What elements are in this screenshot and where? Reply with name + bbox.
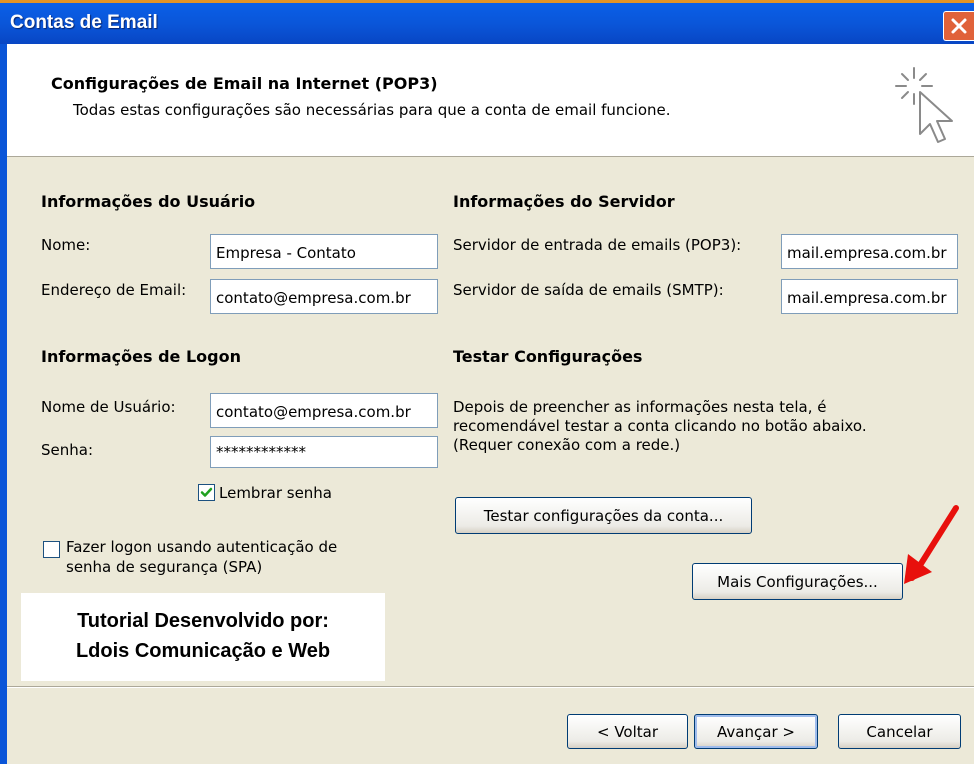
cancel-button[interactable]: Cancelar	[838, 714, 961, 749]
checkmark-icon	[200, 487, 213, 497]
remember-password-checkbox[interactable]	[198, 484, 215, 501]
test-account-button[interactable]: Testar configurações da conta...	[455, 497, 752, 534]
username-label: Nome de Usuário:	[41, 398, 176, 416]
outgoing-server-label: Servidor de saída de emails (SMTP):	[453, 281, 724, 299]
name-input[interactable]: Empresa - Contato	[210, 234, 438, 269]
wizard-header: Configurações de Email na Internet (POP3…	[7, 44, 974, 157]
remember-password-label[interactable]: Lembrar senha	[219, 484, 332, 502]
close-icon	[951, 18, 967, 34]
user-info-heading: Informações do Usuário	[41, 192, 256, 211]
cursor-sparkle-icon	[895, 67, 953, 143]
window-titlebar[interactable]: Contas de Email	[0, 3, 974, 44]
spa-label-line1[interactable]: Fazer logon usando autenticação de	[66, 538, 337, 556]
footer-separator	[7, 686, 974, 688]
incoming-server-label: Servidor de entrada de emails (POP3):	[453, 236, 742, 254]
email-input[interactable]: contato@empresa.com.br	[210, 279, 438, 314]
incoming-server-input[interactable]: mail.empresa.com.br	[781, 234, 958, 269]
red-arrow-icon	[904, 505, 959, 584]
window-title: Contas de Email	[10, 12, 158, 33]
tutorial-watermark: Tutorial Desenvolvido por: Ldois Comunic…	[21, 593, 385, 681]
email-label: Endereço de Email:	[41, 281, 187, 299]
password-label: Senha:	[41, 441, 94, 459]
spa-label-line2[interactable]: senha de segurança (SPA)	[66, 558, 262, 576]
header-title: Configurações de Email na Internet (POP3…	[51, 74, 438, 93]
watermark-line2: Ldois Comunicação e Web	[75, 640, 331, 662]
header-subtitle: Todas estas configurações são necessária…	[73, 101, 671, 119]
next-button[interactable]: Avançar >	[694, 714, 818, 749]
close-button[interactable]	[943, 11, 974, 41]
more-settings-button[interactable]: Mais Configurações...	[692, 563, 903, 600]
name-label: Nome:	[41, 236, 91, 254]
outgoing-server-input[interactable]: mail.empresa.com.br	[781, 279, 958, 314]
test-settings-description: Depois de preencher as informações nesta…	[453, 398, 867, 454]
logon-info-heading: Informações de Logon	[41, 347, 241, 366]
window-frame-left	[0, 44, 7, 764]
server-info-heading: Informações do Servidor	[453, 192, 675, 211]
watermark-line1: Tutorial Desenvolvido por:	[77, 610, 329, 632]
spa-checkbox[interactable]	[43, 541, 60, 558]
back-button[interactable]: < Voltar	[567, 714, 688, 749]
password-input[interactable]: ************	[210, 436, 438, 468]
test-settings-heading: Testar Configurações	[453, 347, 643, 366]
username-input[interactable]: contato@empresa.com.br	[210, 393, 438, 428]
